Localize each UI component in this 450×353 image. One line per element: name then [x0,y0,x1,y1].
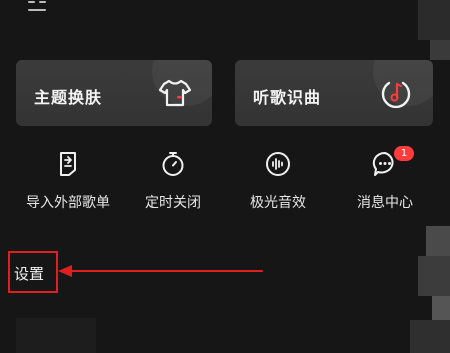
sound-effect-icon [266,152,290,176]
sound-effect-label: 极光音效 [250,195,306,211]
unread-badge: 1 [394,146,414,161]
theme-skin-card[interactable]: 主题换肤 [16,60,212,126]
message-center-button[interactable]: 1 消息中心 [330,146,440,216]
blurred-region [418,256,450,296]
blurred-region [426,226,450,256]
import-playlist-label: 导入外部歌单 [26,195,110,211]
message-center-label: 消息中心 [357,195,413,211]
music-recognize-icon [381,81,411,109]
tshirt-icon [158,79,192,107]
timer-close-label: 定时关闭 [145,195,201,211]
theme-skin-label: 主题换肤 [34,88,103,107]
import-playlist-button[interactable]: 导入外部歌单 [13,150,123,216]
scan-icon[interactable] [27,0,47,18]
blurred-region [430,40,450,60]
timer-icon [162,152,184,176]
menu-screen: 主题换肤 听歌识曲 导入外部歌单 定时关闭 极光音效 1 消息中心 设置 [0,0,450,353]
blurred-region [16,318,96,353]
blurred-region [410,320,450,353]
blurred-region [418,0,450,40]
song-recognition-label: 听歌识曲 [253,88,322,107]
timer-close-button[interactable]: 定时关闭 [118,150,228,216]
import-playlist-icon [60,152,76,176]
annotation-arrow [58,265,263,277]
song-recognition-card[interactable]: 听歌识曲 [235,60,433,126]
blurred-region [432,296,450,320]
settings-label[interactable]: 设置 [14,263,44,284]
sound-effect-button[interactable]: 极光音效 [223,150,333,216]
